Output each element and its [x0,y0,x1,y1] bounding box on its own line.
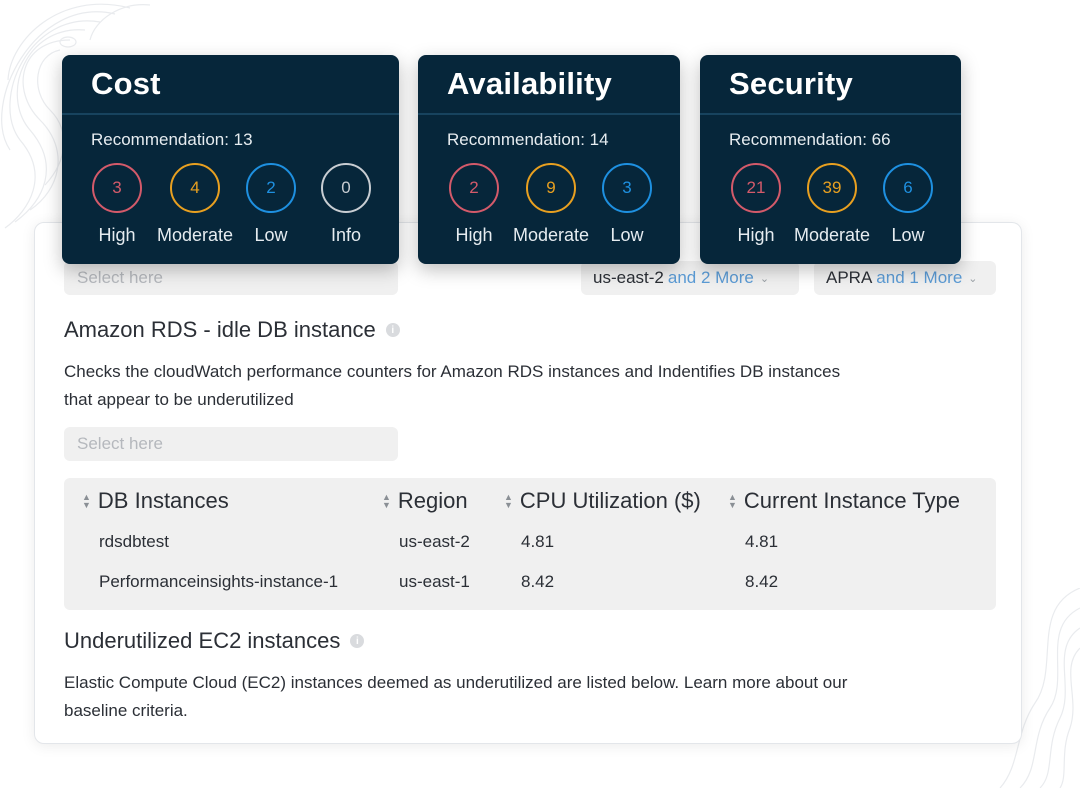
compliance-value: APRA [826,268,873,287]
region-more-link[interactable]: and 2 More [668,268,754,288]
severity-info-count[interactable]: 0 [321,163,371,213]
column-header-label: Region [397,488,468,513]
security-card[interactable]: Security Recommendation: 66 21 High 39 M… [700,55,961,264]
rds-select-input[interactable]: Select here [64,427,398,461]
severity-moderate-count[interactable]: 4 [170,163,220,213]
sort-icon[interactable]: ▲ ▼ [504,493,513,510]
region-dropdown[interactable]: us-east-2 and 2 More ⌄ [581,261,799,295]
info-icon[interactable]: i [350,634,365,648]
ec2-title: Underutilized EC2 instances [64,628,341,653]
table-cell: 8.42 [745,572,779,591]
severity-low-label: Low [891,225,925,245]
top-select-placeholder: Select here [77,268,163,287]
card-title: Cost [62,55,399,115]
rds-description-line1: Checks the cloudWatch performance counte… [64,362,841,381]
ec2-section-title: Underutilized EC2 instances i [64,628,365,654]
sort-icon[interactable]: ▲ ▼ [82,493,91,510]
rds-section-title: Amazon RDS - idle DB instance i [64,317,400,343]
ec2-description-line1: Elastic Compute Cloud (EC2) instances de… [64,673,848,692]
severity-high-label: High [98,225,136,245]
ec2-description: Elastic Compute Cloud (EC2) instances de… [64,669,847,725]
table-cell: rdsdbtest [99,532,169,551]
card-recommendation-count: Recommendation: 66 [729,130,891,149]
availability-card[interactable]: Availability Recommendation: 14 2 High 9… [418,55,680,264]
sort-icon[interactable]: ▲ ▼ [728,493,737,510]
severity-high-count[interactable]: 2 [449,163,499,213]
column-header-cpu-utilization[interactable]: ▲ ▼ CPU Utilization ($) [504,488,701,514]
severity-low-count[interactable]: 2 [246,163,296,213]
info-icon[interactable]: i [385,323,400,337]
table-cell: 4.81 [745,532,779,551]
rds-select-placeholder: Select here [77,434,163,453]
table-cell: 8.42 [521,572,555,591]
top-select-input[interactable]: Select here [64,261,398,295]
severity-info-label: Info [330,225,362,245]
card-title: Security [700,55,961,115]
severity-high-count[interactable]: 21 [731,163,781,213]
chevron-down-icon: ⌄ [968,272,978,285]
table-cell: Performanceinsights-instance-1 [99,572,339,591]
column-header-label: Current Instance Type [743,488,960,513]
cost-card[interactable]: Cost Recommendation: 13 3 High 4 Moderat… [62,55,399,264]
severity-high-count[interactable]: 3 [92,163,142,213]
severity-moderate-count[interactable]: 9 [526,163,576,213]
rds-table: ▲ ▼ DB Instances ▲ ▼ Region ▲ ▼ CPU Utiliza… [64,478,996,610]
column-header-instance-type[interactable]: ▲ ▼ Current Instance Type [728,488,960,514]
rds-title: Amazon RDS - idle DB instance [64,317,376,342]
severity-low-label: Low [610,225,644,245]
severity-low-count[interactable]: 3 [602,163,652,213]
column-header-label: DB Instances [97,488,229,513]
column-header-region[interactable]: ▲ ▼ Region [382,488,468,514]
card-recommendation-count: Recommendation: 13 [91,130,253,149]
table-cell: us-east-1 [399,572,470,591]
recommendations-panel: Select here us-east-2 and 2 More ⌄ APRA … [34,222,1022,744]
ec2-description-line2: baseline criteria. [64,701,188,720]
compliance-dropdown[interactable]: APRA and 1 More ⌄ [814,261,996,295]
card-recommendation-count: Recommendation: 14 [447,130,609,149]
compliance-more-link[interactable]: and 1 More [876,268,962,288]
sort-icon[interactable]: ▲ ▼ [382,493,391,510]
region-value: us-east-2 [593,268,664,287]
severity-low-count[interactable]: 6 [883,163,933,213]
severity-moderate-count[interactable]: 39 [807,163,857,213]
column-header-label: CPU Utilization ($) [519,488,701,513]
table-cell: us-east-2 [399,532,470,551]
chevron-down-icon: ⌄ [759,272,770,285]
card-title: Availability [418,55,680,115]
rds-description-line2: that appear to be underutilized [64,390,294,409]
column-header-db-instances[interactable]: ▲ ▼ DB Instances [82,488,229,514]
rds-description: Checks the cloudWatch performance counte… [64,358,840,414]
table-cell: 4.81 [521,532,555,551]
